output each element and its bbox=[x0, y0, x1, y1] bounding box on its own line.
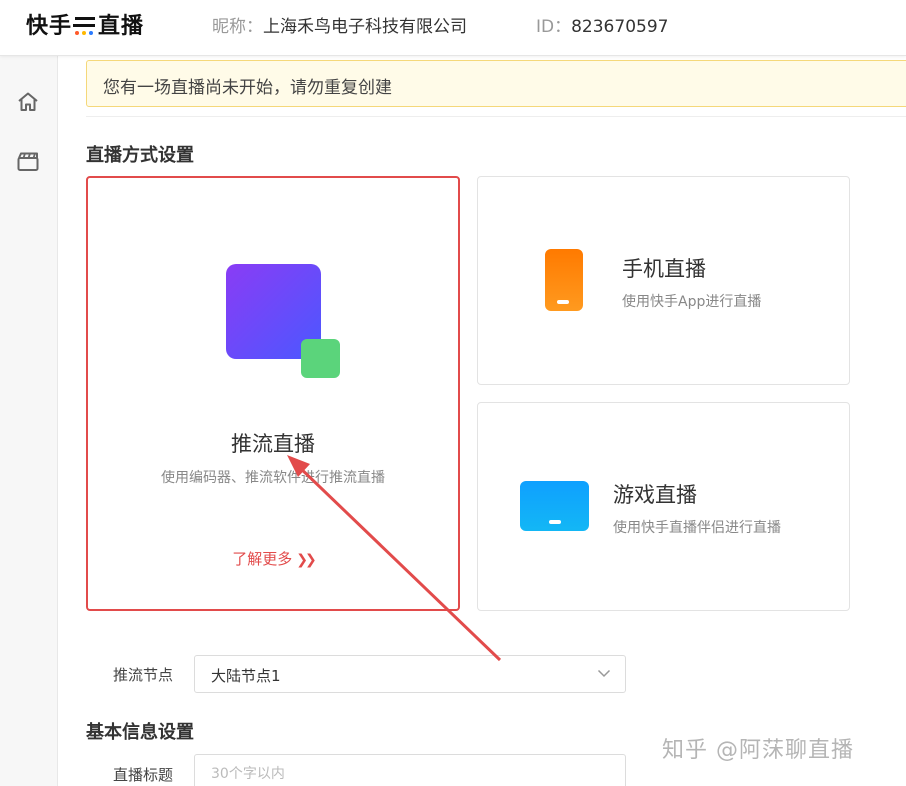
id-value: 823670597 bbox=[571, 17, 669, 37]
clapperboard-icon[interactable] bbox=[16, 150, 40, 174]
learn-more-label: 了解更多 bbox=[232, 550, 293, 568]
account-id: ID：823670597 bbox=[536, 12, 668, 37]
divider bbox=[86, 116, 906, 117]
logo-cloud-mark-icon bbox=[73, 12, 97, 36]
nickname-value: 上海禾鸟电子科技有限公司 bbox=[263, 17, 467, 37]
double-chevron-right-icon: ❯❯ bbox=[296, 552, 317, 568]
push-node-label: 推流节点 bbox=[113, 666, 174, 684]
mobile-live-desc: 使用快手App进行直播 bbox=[622, 294, 762, 310]
kuaishou-live-logo[interactable]: 快手 直播 bbox=[26, 9, 144, 39]
game-live-title: 游戏直播 bbox=[613, 483, 697, 507]
nickname-label: 昵称： bbox=[212, 17, 263, 37]
sidebar bbox=[0, 56, 58, 786]
push-stream-desc: 使用编码器、推流软件进行推流直播 bbox=[161, 470, 385, 486]
id-label: ID： bbox=[536, 17, 572, 37]
live-title-field[interactable] bbox=[194, 754, 626, 786]
phone-icon bbox=[545, 249, 583, 311]
top-bar: 快手 直播 昵称：上海禾鸟电子科技有限公司 ID：823670597 bbox=[0, 0, 906, 56]
zhihu-watermark: 知乎 @阿莯聊直播 bbox=[662, 738, 854, 763]
push-node-select[interactable]: 大陆节点1 bbox=[194, 655, 626, 693]
game-live-card[interactable]: 游戏直播 使用快手直播伴侣进行直播 bbox=[477, 402, 850, 611]
live-title-input[interactable] bbox=[195, 755, 625, 786]
account-nickname: 昵称：上海禾鸟电子科技有限公司 bbox=[212, 12, 467, 37]
basic-info-section-title: 基本信息设置 bbox=[86, 722, 194, 743]
home-icon[interactable] bbox=[16, 90, 40, 114]
tablet-icon bbox=[520, 481, 589, 531]
logo-text-kuaishou: 快手 bbox=[26, 14, 73, 39]
game-live-desc: 使用快手直播伴侣进行直播 bbox=[613, 520, 781, 536]
push-stream-icon bbox=[226, 264, 342, 380]
chevron-down-icon bbox=[597, 669, 611, 678]
mobile-live-title: 手机直播 bbox=[622, 257, 706, 281]
mobile-live-card[interactable]: 手机直播 使用快手App进行直播 bbox=[477, 176, 850, 385]
push-stream-card[interactable]: 推流直播 使用编码器、推流软件进行推流直播 了解更多 ❯❯ bbox=[86, 176, 460, 611]
learn-more-link[interactable]: 了解更多 ❯❯ bbox=[88, 548, 458, 569]
live-title-label: 直播标题 bbox=[113, 766, 174, 784]
logo-text-live: 直播 bbox=[98, 14, 145, 39]
push-node-value: 大陆节点1 bbox=[211, 667, 281, 685]
push-stream-title: 推流直播 bbox=[231, 432, 315, 456]
notice-text: 您有一场直播尚未开始，请勿重复创建 bbox=[103, 78, 392, 98]
live-mode-section-title: 直播方式设置 bbox=[86, 145, 194, 166]
duplicate-live-notice: 您有一场直播尚未开始，请勿重复创建 bbox=[86, 60, 906, 107]
